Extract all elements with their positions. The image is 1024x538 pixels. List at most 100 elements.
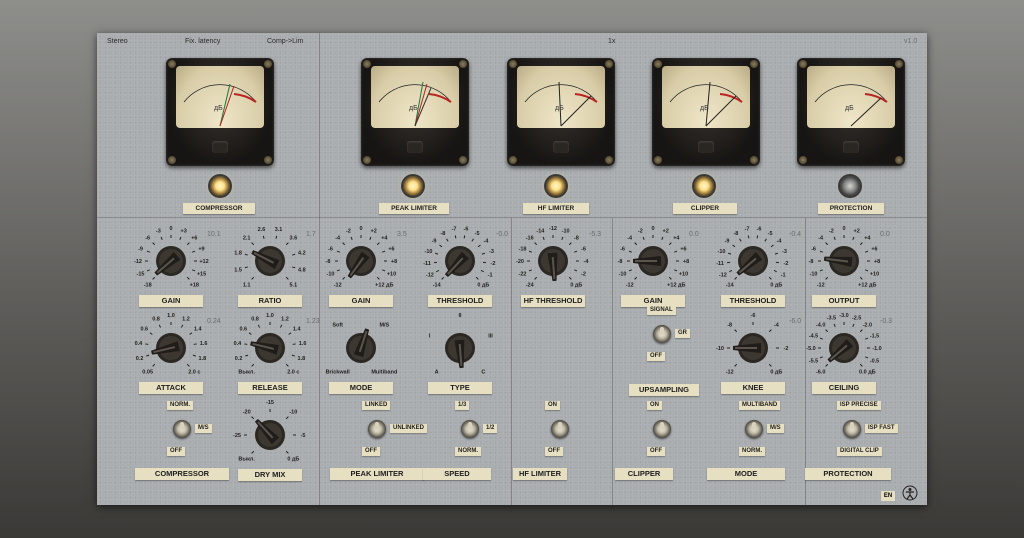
knob-tick-label: -5 [475, 231, 480, 237]
knob-tick-label: 0 [842, 226, 845, 232]
knob-tick-label: -2 [346, 229, 351, 235]
knob-tick-label: -6.0 [816, 369, 825, 375]
prot-sw-toggle[interactable] [843, 420, 861, 438]
knob-tick-label: -4 [777, 239, 783, 245]
knob-tick-label: 1.1 [243, 282, 251, 288]
comp-release-knob[interactable]: Выкл. 0.2 0.4 0.6 0.8 1.0 1.2 1.4 1.6 1.8 2.0 с [225, 308, 315, 388]
comp-ratio-knob[interactable]: 1.1 1.5 1.8 2.1 2.6 3.1 3.6 4.2 4.8 5.1 [225, 221, 315, 301]
pl-sw-side-label: UNLINKED [390, 424, 427, 433]
hf-limiter-indicator-label: HF LIMITER [523, 203, 589, 214]
knob-tick-label: -24 [526, 282, 535, 288]
knob-tick-label: +9 [198, 246, 204, 252]
out-ceiling-knob[interactable]: -6.0 -5.5 -5.0 -4.5 -4.0-3.5 -3.0 -2.5-2.0 -1.5… [799, 308, 889, 388]
version-text: v1.0 [904, 38, 918, 45]
knob-tick-label: -12 [426, 273, 434, 279]
hf-limiter-lamp [546, 176, 566, 196]
knob-tick-label: -10 [327, 272, 335, 278]
clipper-indicator-label: CLIPPER [673, 203, 737, 214]
knob-tick-label: +4 [864, 236, 871, 242]
plugin-window: Stereo Fix. latency Comp->Lim 1x v1.0 дБ… [97, 33, 927, 505]
dry-mix-knob[interactable]: Выкл. -25 -20 -15 -10 -5 0 дБ [225, 395, 315, 475]
pl-threshold-knob[interactable]: -14 -12 -11 -10 -9-8 -7 -6 -5 -4 -3 -2 -1 0 дБ [415, 221, 505, 301]
stereo-mode-button[interactable]: Stereo [107, 38, 128, 45]
knob-tick-label: +8 [391, 259, 397, 265]
knob-tick-label: -4.0 [816, 323, 825, 329]
comp-release-label: RELEASE [238, 382, 302, 394]
knob-tick-label: A [435, 369, 439, 375]
knob-tick-label: -8 [733, 231, 738, 237]
speed-sw-toggle[interactable] [461, 420, 479, 438]
knob-tick-label: 1.8 [234, 250, 242, 256]
knob-tick-label: 1.2 [281, 317, 289, 323]
knob-tick-label: -5 [768, 231, 773, 237]
hf-threshold-knob[interactable]: -24 -22 -20 -18 -16-14 -12 -10 -8-6 -4 -2 0 дБ [508, 221, 598, 301]
comp-gain-label: GAIN [139, 295, 203, 307]
knob-tick-label: -10 [619, 272, 627, 278]
clip-sw-toggle[interactable] [653, 420, 671, 438]
knob-tick-label: -3.0 [839, 313, 848, 319]
speed-sw-top-label: 1/3 [455, 401, 470, 410]
meter-unit: дБ [409, 105, 418, 112]
divider [97, 217, 927, 218]
knob-tick-label: +8 [874, 259, 880, 265]
cl-threshold-knob[interactable]: -14 -12 -11 -10 -9-8 -7 -6 -5 -4 -3 -2 -1 0 дБ [708, 221, 798, 301]
mode-sw-toggle[interactable] [745, 420, 763, 438]
pl-sw-toggle[interactable] [368, 420, 386, 438]
knob-tick-label: 0.4 [135, 341, 144, 347]
knob-tick-label: +18 [190, 282, 199, 288]
pl-sw-section-label: PEAK LIMITER [330, 468, 424, 480]
knob-tick-label: 1.5 [234, 268, 242, 274]
knob-tick-label: 2.6 [258, 227, 266, 233]
language-button[interactable]: EN [881, 491, 895, 501]
latency-mode-button[interactable]: Fix. latency [185, 38, 220, 45]
comp-attack-knob[interactable]: 0.05 0.2 0.4 0.6 0.8 1.0 1.2 1.4 1.6 1.8 2.0 с [126, 308, 216, 388]
knob-tick-label: 1.8 [298, 356, 306, 362]
knob-tick-label: -10 [810, 272, 818, 278]
prot-sw-side-label: ISP FAST [865, 424, 898, 433]
knob-tick-label: +6 [388, 246, 394, 252]
oversampling-button[interactable]: 1x [608, 38, 615, 45]
knob-tick-label: 3.6 [290, 236, 298, 242]
comp-release-value: 1.23 [306, 318, 320, 325]
hf-sw-toggle[interactable] [551, 420, 569, 438]
knob-tick-label: +2 [853, 229, 859, 235]
knob-tick-label: -4 [627, 236, 633, 242]
vu-meter-clipper: дБ [652, 58, 760, 166]
compressor-lamp [210, 176, 230, 196]
cl-gain-knob[interactable]: -12 -10 -8 -6-4 -2 0 +2 +4+6 +8 +10 +12 дБ [608, 221, 698, 301]
out-output-knob[interactable]: -12 -10 -8 -6-4 -2 0 +2 +4+6 +8 +10 +12 дБ [799, 221, 889, 301]
knob-tick-label: 0 дБ [570, 282, 582, 288]
knob-tick-label: -14 [536, 229, 545, 235]
knob-tick-label: -12 [726, 369, 734, 375]
knob-tick-label: -5 [301, 433, 306, 439]
knob-tick-label: -12 [817, 282, 825, 288]
knob-tick-label: -9 [138, 246, 143, 252]
comp-gain-knob[interactable]: -18 -15 -12 -9-6 -3 0 +3 +6+9 +12 +15 +18 [126, 221, 216, 301]
knob-tick-label: -18 [144, 282, 152, 288]
pl-type-knob[interactable]: AIIIIIIC [415, 308, 505, 388]
pl-gain-knob[interactable]: -12 -10 -8 -6-4 -2 0 +2 +4+6 +8 +10 +12 дБ [316, 221, 406, 301]
pl-mode-knob[interactable]: Brickwall Soft M/S Multiband [316, 308, 406, 388]
knob-tick-label: +2 [662, 229, 668, 235]
cl-knee-value: -6.0 [789, 318, 802, 325]
comp-sw-toggle[interactable] [173, 420, 191, 438]
knob-tick-label: -12 [719, 273, 727, 279]
chain-order-button[interactable]: Comp->Lim [267, 38, 303, 45]
speed-sw-bottom-label: NORM. [455, 447, 481, 456]
knob-tick-label: I [429, 333, 431, 339]
knob-tick-label: +6 [191, 236, 197, 242]
cl-knee-knob[interactable]: -12 -10 -8 -6 -4 -2 0 дБ [708, 308, 798, 388]
out-ceiling-value: -0.3 [880, 318, 893, 325]
vu-meter-compressor: дБ [166, 58, 274, 166]
comp-ratio-value: 1.7 [306, 231, 316, 238]
hf-threshold-value: -5.3 [589, 231, 602, 238]
out-output-label: OUTPUT [812, 295, 876, 307]
knob-tick-label: -3 [489, 249, 494, 255]
knob-tick-label: -4.5 [809, 333, 818, 339]
knob-tick-label: -2 [784, 346, 789, 352]
ups-sw-toggle[interactable] [653, 325, 671, 343]
knob-tick-label: 0.6 [239, 327, 247, 333]
knob-tick-label: -6 [811, 246, 816, 252]
knob-tick-label: -15 [266, 400, 274, 406]
knob-tick-label: -1 [488, 273, 493, 279]
